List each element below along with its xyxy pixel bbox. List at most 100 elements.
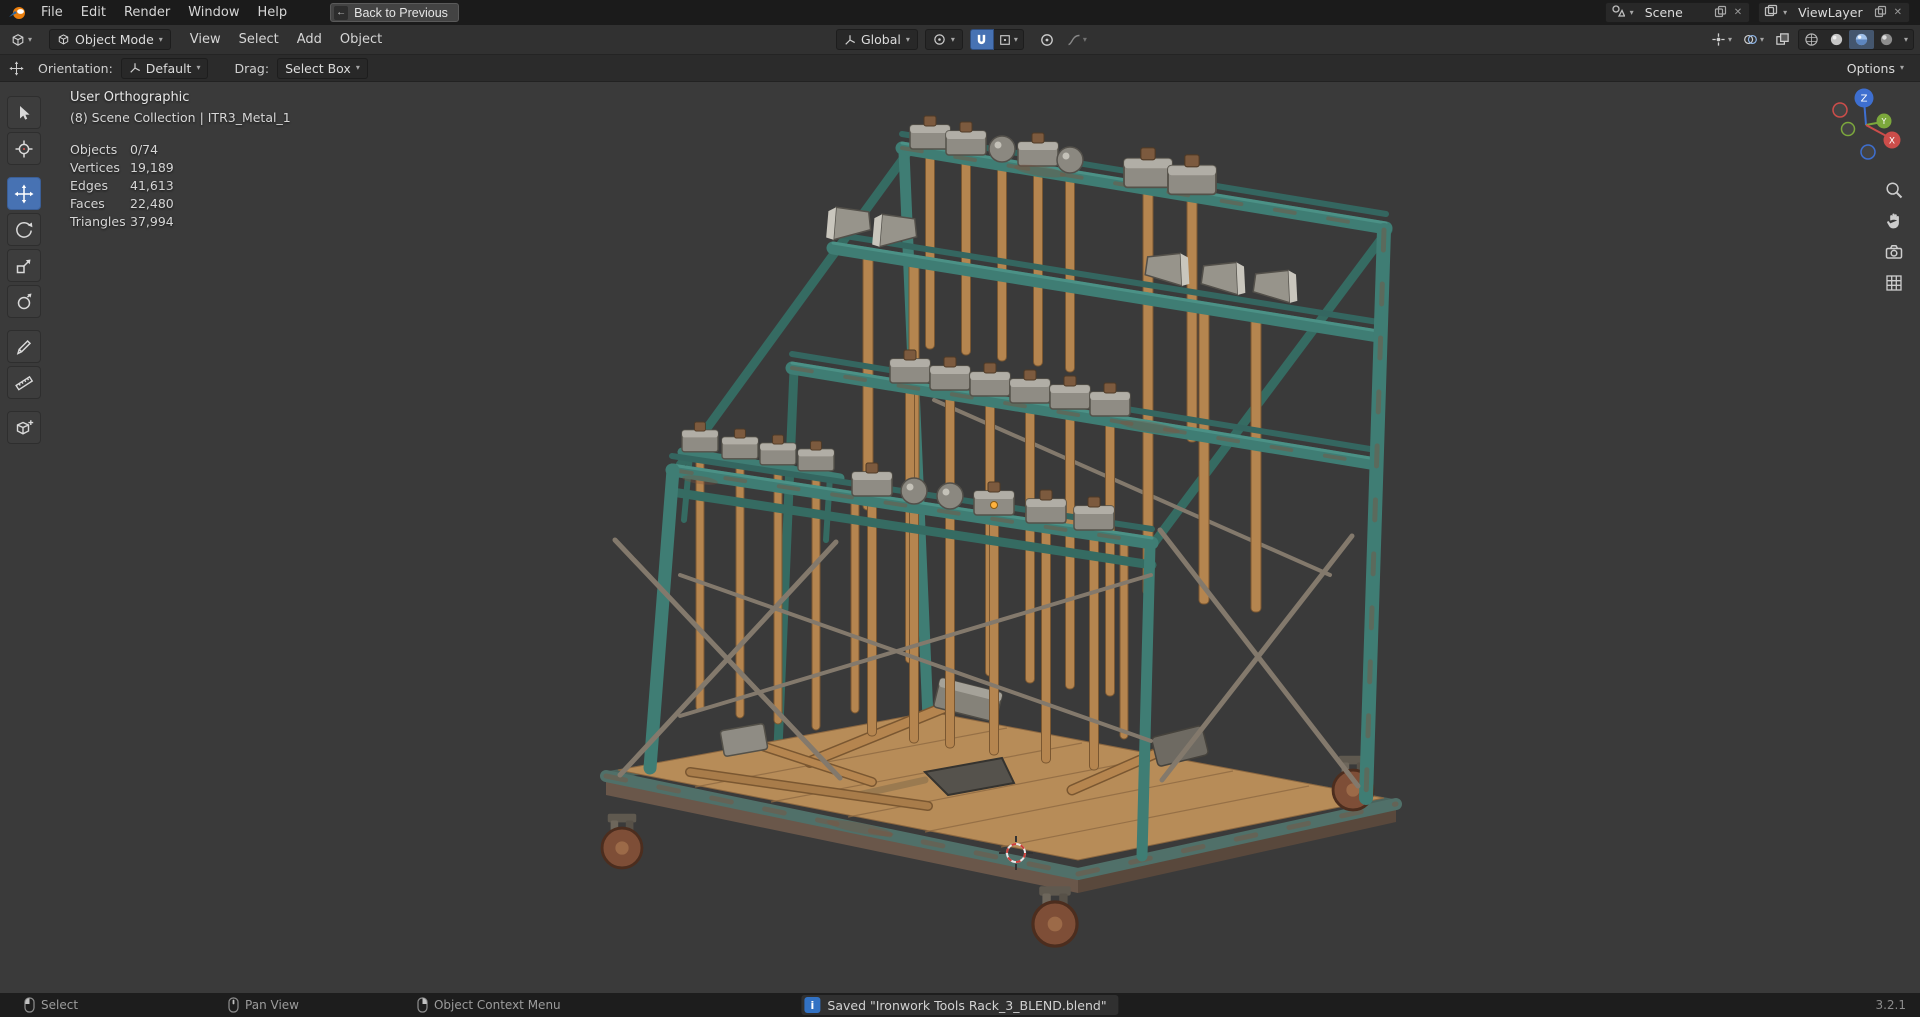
stat-label: Faces [70,196,105,211]
shading-material-preview-button[interactable] [1849,30,1874,49]
editor-type-selector[interactable]: ▾ [7,32,35,48]
zoom-icon[interactable] [1882,178,1906,202]
duplicate-scene-icon[interactable] [1714,5,1727,21]
hint-label: Select [41,998,79,1012]
close-scene-icon[interactable]: ✕ [1732,7,1744,18]
navigation-gizmo[interactable]: Z Y X [1818,73,1918,183]
drag-setting-dropdown[interactable]: Select Box ▾ [277,57,368,79]
menu-window[interactable]: Window [179,0,248,25]
chevron-down-icon: ▾ [1903,34,1908,44]
close-view-layer-icon[interactable]: ✕ [1892,7,1904,18]
active-tool-icon [9,60,24,76]
info-icon: i [804,997,821,1013]
chevron-down-icon: ▾ [355,63,360,72]
orientation-icon [130,63,140,73]
shading-wireframe-button[interactable] [1799,30,1824,49]
stat-label: Vertices [70,160,120,175]
menu-help[interactable]: Help [249,0,297,25]
stat-label: Edges [70,178,108,193]
back-to-previous-button[interactable]: ← Back to Previous [330,3,459,22]
orientation-setting-label: Orientation: [38,60,113,76]
chevron-down-icon: ▾ [1759,34,1764,44]
drag-setting-label: Drag: [234,60,270,76]
menu-edit[interactable]: Edit [72,0,115,25]
tool-select-box[interactable] [7,96,41,129]
menu-select[interactable]: Select [230,25,288,54]
shading-mode-switch: ▾ [1798,29,1914,50]
tool-add-cube[interactable] [7,411,41,444]
duplicate-view-layer-icon[interactable] [1874,5,1887,21]
menu-object[interactable]: Object [331,25,391,54]
blender-logo-icon[interactable] [8,5,27,21]
magnet-icon [978,34,986,45]
save-message-text: Saved "Ironwork Tools Rack_3_BLEND.blend… [827,997,1107,1013]
options-dropdown[interactable]: Options ▾ [1839,58,1912,79]
hint-select: Select [24,997,78,1013]
tool-transform[interactable] [7,285,41,318]
mode-selector[interactable]: Object Mode ▾ [49,29,171,50]
transform-orientation-selector[interactable]: Global ▾ [836,29,918,50]
chevron-down-icon: ▾ [1629,7,1634,17]
proportional-editing-toggle[interactable] [1037,33,1057,47]
stat-label: Objects [70,142,118,157]
topbar: File Edit Render Window Help ← Back to P… [0,0,1920,25]
gizmo-z-label: Z [1861,94,1868,105]
tool-settings-bar: Orientation: Default ▾ Drag: Select Box … [0,55,1920,82]
chevron-down-icon: ▾ [196,63,201,72]
chevron-down-icon: ▾ [158,34,163,44]
pan-hand-icon[interactable] [1882,209,1906,233]
options-label: Options [1846,60,1895,76]
pivot-icon [934,34,945,45]
tool-measure[interactable] [7,366,41,399]
menu-view[interactable]: View [181,25,230,54]
show-gizmo-toggle[interactable]: ▾ [1708,32,1735,47]
chevron-down-icon: ▾ [950,34,955,44]
mouse-middle-icon [228,997,239,1013]
view-layer-name: ViewLayer [1798,5,1863,20]
xray-toggle[interactable] [1772,32,1793,47]
shading-dropdown[interactable]: ▾ [1899,30,1913,49]
chevron-down-icon: ▾ [1783,7,1788,17]
viewport-info: User Orthographic (8) Scene Collection |… [70,90,291,231]
hint-label: Pan View [245,998,299,1012]
tool-cursor[interactable] [7,132,41,165]
pivot-point-selector[interactable]: ▾ [924,29,963,50]
hint-pan-view: Pan View [228,997,299,1013]
tool-move[interactable] [7,177,41,210]
menu-render[interactable]: Render [115,0,179,25]
snap-toggle[interactable] [969,29,994,50]
gizmo-x-label: X [1889,137,1895,147]
orientation-setting-dropdown[interactable]: Default ▾ [120,57,209,79]
snap-controls: ▾ [969,29,1024,50]
mode-label: Object Mode [75,32,154,47]
show-overlays-toggle[interactable]: ▾ [1740,32,1767,47]
hint-context-menu: Object Context Menu [417,997,561,1013]
scene-icon [1611,4,1626,21]
snap-increment-icon [1000,34,1010,45]
collection-label: (8) Scene Collection | ITR3_Metal_1 [70,110,291,125]
object-origin-dot [990,501,998,509]
save-message: i Saved "Ironwork Tools Rack_3_BLEND.ble… [801,995,1119,1015]
menu-file[interactable]: File [32,0,72,25]
scene-selector[interactable]: ▾ Scene ✕ [1604,2,1751,23]
view-layer-selector[interactable]: ▾ ViewLayer ✕ [1758,2,1910,23]
tools-rack-model [600,115,1402,948]
shading-solid-button[interactable] [1824,30,1849,49]
camera-view-icon[interactable] [1882,240,1906,264]
stat-value: 22,480 [130,196,174,211]
stat-value: 41,613 [130,178,174,193]
mouse-left-icon [24,997,35,1013]
proportional-falloff-selector[interactable]: ▾ [1064,33,1090,47]
gizmo-y-label: Y [1881,117,1887,126]
tool-annotate[interactable] [7,330,41,363]
perspective-grid-icon[interactable] [1882,271,1906,295]
viewport-nav-buttons [1882,178,1906,295]
tool-rotate[interactable] [7,213,41,246]
tool-scale[interactable] [7,249,41,282]
stat-value: 0/74 [130,142,159,157]
snap-target-selector[interactable]: ▾ [993,29,1024,50]
orientation-value: Global [861,32,901,47]
shading-rendered-button[interactable] [1874,30,1899,49]
menu-add[interactable]: Add [288,25,331,54]
cube-icon [58,34,69,45]
